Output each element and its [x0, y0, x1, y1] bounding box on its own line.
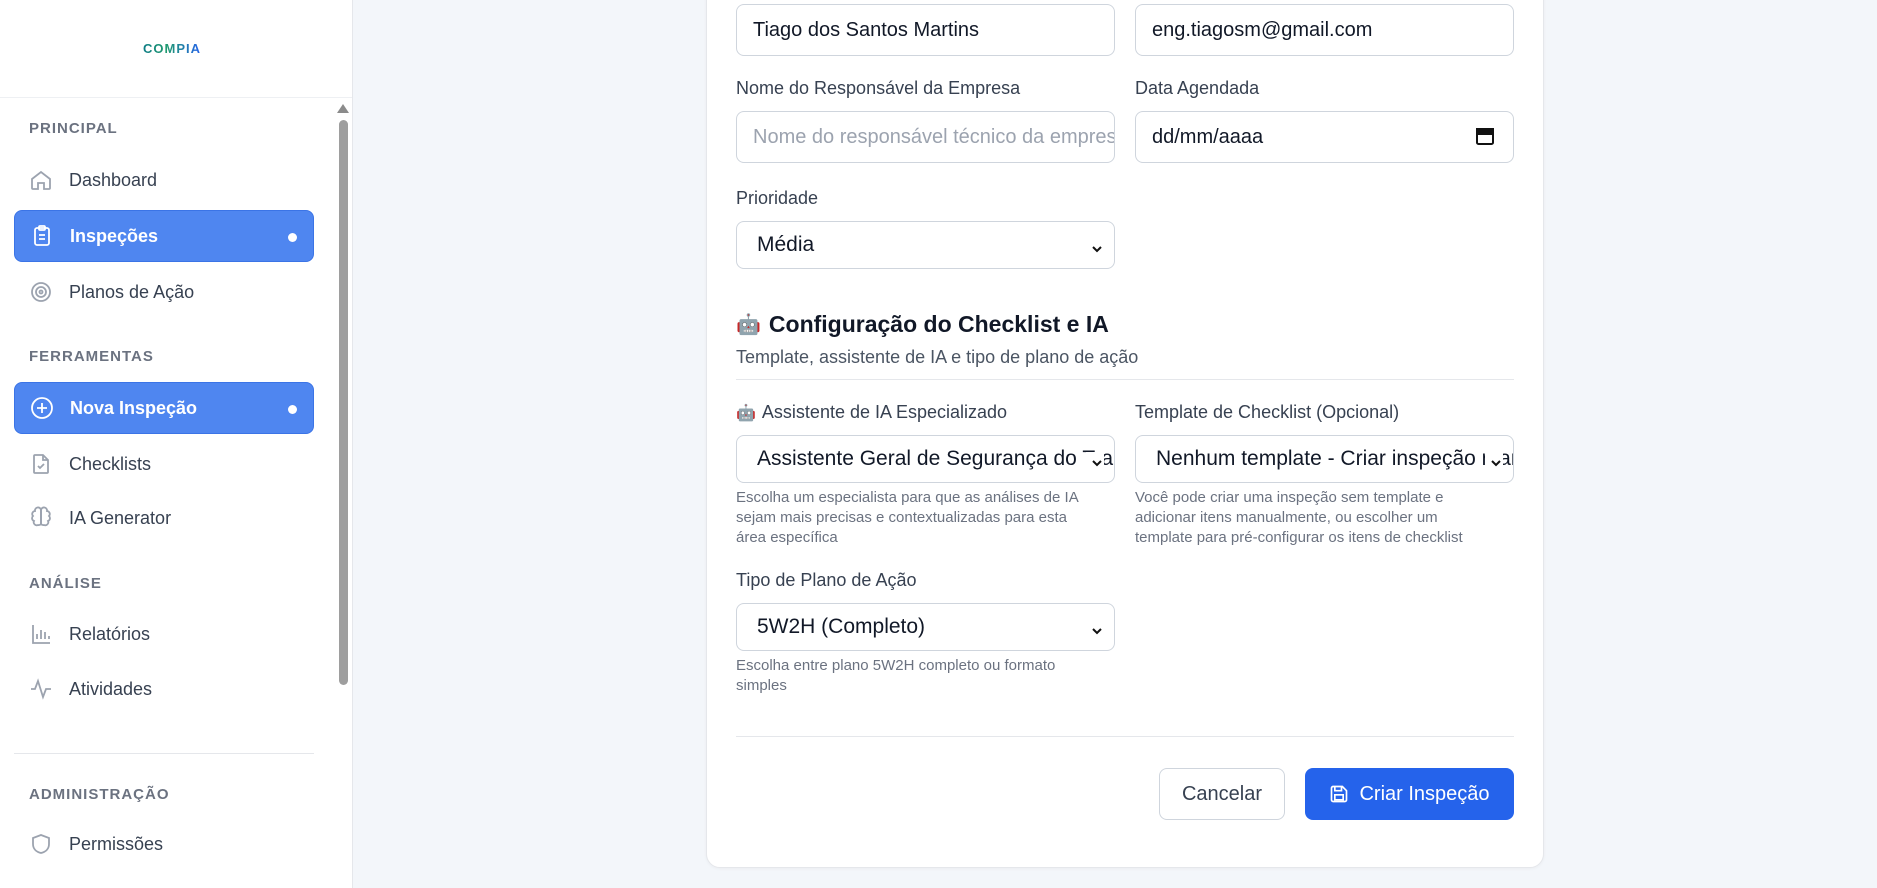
ai-assistant-label-text: Assistente de IA Especializado: [761, 402, 1008, 422]
inspector-email-input[interactable]: eng.tiagosm@gmail.com: [1135, 4, 1514, 56]
file-check-icon: [28, 451, 54, 477]
save-icon: [1329, 784, 1349, 804]
scrollbar-up-arrow[interactable]: [337, 104, 349, 113]
responsible-input[interactable]: Nome do responsável técnico da empresa: [736, 111, 1115, 163]
shield-icon: [28, 831, 54, 857]
date-placeholder: dd/mm/aaaa: [1152, 125, 1264, 148]
sidebar-item-checklists[interactable]: Checklists: [14, 438, 314, 490]
bar-chart-icon: [28, 621, 54, 647]
sidebar-item-label: Planos de Ação: [69, 281, 195, 302]
template-select[interactable]: Nenhum template - Criar inspeção manual: [1135, 435, 1514, 483]
sidebar-item-label: Relatórios: [69, 623, 151, 644]
chevron-down-icon: [1086, 452, 1104, 476]
brain-icon: [28, 505, 54, 531]
template-value: Nenhum template - Criar inspeção manual: [1156, 447, 1514, 470]
sidebar-item-label: Dashboard: [69, 169, 158, 190]
action-plan-help: Escolha entre plano 5W2H completo ou for…: [736, 657, 1056, 694]
active-dot: [288, 405, 297, 414]
checklist-section-subtitle: Template, assistente de IA e tipo de pla…: [736, 347, 1139, 367]
sidebar-item-planos[interactable]: Planos de Ação: [14, 266, 314, 318]
chevron-down-icon: [1485, 452, 1503, 476]
home-icon: [28, 167, 54, 193]
cancel-button[interactable]: Cancelar: [1159, 768, 1285, 820]
responsible-label: Nome do Responsável da Empresa: [736, 78, 1021, 98]
section-title-analise: ANÁLISE: [29, 575, 102, 592]
clipboard-list-icon: [29, 223, 55, 249]
sidebar-item-label: IA Generator: [69, 507, 172, 528]
chevron-down-icon: [1090, 620, 1104, 644]
sidebar-item-ia-generator[interactable]: IA Generator: [14, 492, 314, 544]
checklist-section-title-text: Configuração do Checklist e IA: [768, 311, 1109, 337]
priority-value: Média: [757, 233, 815, 256]
scheduled-date-input[interactable]: dd/mm/aaaa: [1135, 111, 1514, 163]
sidebar-item-label: Permissões: [69, 833, 164, 854]
ai-assistant-label: 🤖 Assistente de IA Especializado: [736, 402, 1007, 423]
action-plan-label: Tipo de Plano de Ação: [736, 570, 917, 590]
template-label: Template de Checklist (Opcional): [1135, 402, 1400, 422]
ai-assistant-help: Escolha um especialista para que as anál…: [736, 489, 1079, 546]
calendar-icon[interactable]: [1475, 126, 1495, 152]
plus-circle-icon: [29, 395, 55, 421]
sidebar-item-permissoes[interactable]: Permissões: [14, 818, 314, 870]
inspector-name-input[interactable]: Tiago dos Santos Martins: [736, 4, 1115, 56]
sidebar: COMPIA PRINCIPAL Dashboard Inspeções Pla…: [0, 0, 353, 888]
activity-icon: [28, 676, 54, 702]
logo-area: COMPIA: [0, 0, 352, 98]
sidebar-item-relatorios[interactable]: Relatórios: [14, 608, 314, 660]
scheduled-date-label: Data Agendada: [1135, 78, 1260, 98]
action-plan-value: 5W2H (Completo): [757, 615, 926, 638]
sidebar-item-label: Checklists: [69, 453, 152, 474]
section-title-administracao: ADMINISTRAÇÃO: [29, 786, 170, 803]
sidebar-item-nova-inspecao[interactable]: Nova Inspeção: [14, 382, 314, 434]
checklist-section-title: 🤖 Configuração do Checklist e IA: [736, 311, 1109, 338]
sidebar-item-label: Atividades: [69, 678, 153, 699]
sidebar-scrollbar-thumb[interactable]: [339, 120, 348, 685]
action-plan-select[interactable]: 5W2H (Completo): [736, 603, 1115, 651]
template-help: Você pode criar uma inspeção sem templat…: [1135, 489, 1463, 546]
sidebar-item-label: Nova Inspeção: [70, 397, 198, 418]
robot-icon: 🤖: [736, 314, 761, 336]
ai-assistant-select[interactable]: Assistente Geral de Segurança do Trabalh…: [736, 435, 1115, 483]
sidebar-item-inspecoes[interactable]: Inspeções: [14, 210, 314, 262]
priority-select[interactable]: Média: [736, 221, 1115, 269]
app-logo[interactable]: COMPIA: [143, 41, 201, 56]
robot-icon: 🤖: [736, 404, 756, 422]
sidebar-item-dashboard[interactable]: Dashboard: [14, 154, 314, 206]
active-dot: [288, 233, 297, 242]
section-title-ferramentas: FERRAMENTAS: [29, 348, 154, 365]
sidebar-item-label: Inspeções: [70, 225, 159, 246]
create-inspection-button[interactable]: Criar Inspeção: [1305, 768, 1514, 820]
sidebar-item-atividades[interactable]: Atividades: [14, 663, 314, 715]
create-inspection-label: Criar Inspeção: [1359, 782, 1490, 805]
section-divider: [736, 379, 1514, 380]
chevron-down-icon: [1090, 238, 1104, 262]
sidebar-divider: [14, 753, 314, 754]
footer-divider: [736, 736, 1514, 737]
ai-assistant-value: Assistente Geral de Segurança do Trabalh…: [757, 447, 1114, 470]
section-title-principal: PRINCIPAL: [29, 120, 118, 137]
target-icon: [28, 279, 54, 305]
priority-label: Prioridade: [736, 188, 819, 208]
